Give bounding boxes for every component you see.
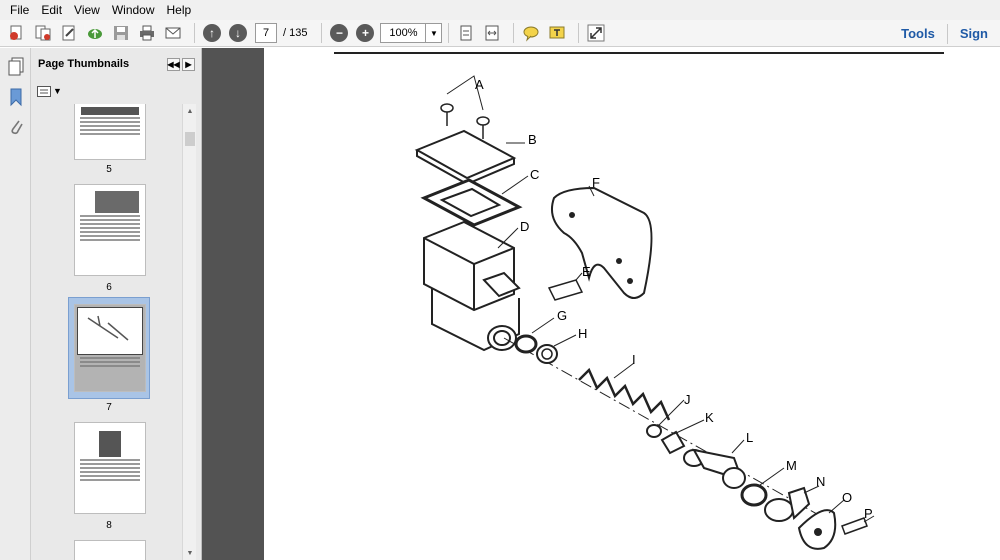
thumbnail-page-9[interactable]	[74, 540, 146, 560]
cloud-upload-icon[interactable]	[84, 22, 106, 44]
toolbar-right: Tools Sign	[889, 20, 1000, 47]
print-icon[interactable]	[136, 22, 158, 44]
label-p: P	[864, 506, 873, 521]
label-k: K	[705, 410, 714, 425]
zoom-input[interactable]: 100%	[380, 23, 427, 43]
thumbnail-label: 6	[106, 282, 112, 293]
thumbnail-viewport	[77, 307, 143, 355]
comment-icon[interactable]	[520, 22, 542, 44]
toolbar: ↑ ↓ 7 / 135 − + 100% ▼ Tools Sign	[0, 20, 1000, 47]
toolbar-separator	[448, 23, 450, 43]
thumbnail-page-6[interactable]	[74, 184, 146, 276]
label-m: M	[786, 458, 797, 473]
collapse-panel-icon[interactable]: ◀◀	[167, 57, 180, 71]
toolbar-separator	[578, 23, 580, 43]
thumbnail-image	[81, 107, 139, 115]
menu-bar: File Edit View Window Help	[0, 0, 1000, 20]
thumbnails-scrollbar[interactable]: ▲ ▼	[182, 104, 196, 560]
label-e: E	[582, 264, 591, 279]
label-g: G	[557, 308, 567, 323]
thumbnail-label: 5	[106, 164, 112, 175]
thumbnail-image	[99, 431, 121, 457]
menu-edit[interactable]: Edit	[35, 0, 68, 20]
tools-link[interactable]: Tools	[889, 26, 947, 41]
bookmarks-icon[interactable]	[0, 82, 31, 112]
next-page-icon[interactable]: ↓	[227, 22, 249, 44]
fit-page-icon[interactable]	[455, 22, 477, 44]
email-icon[interactable]	[162, 22, 184, 44]
thumbnail-page-5[interactable]	[74, 104, 146, 160]
expand-icon[interactable]	[585, 22, 607, 44]
zoom-out-icon[interactable]: −	[328, 22, 350, 44]
expand-panel-icon[interactable]: ▶	[182, 57, 195, 71]
exploded-parts-diagram: A B C D E F G H I J K L M N O P	[334, 52, 944, 550]
label-o: O	[842, 490, 852, 505]
save-icon[interactable]	[110, 22, 132, 44]
label-a: A	[475, 77, 484, 92]
thumbnail-page-8[interactable]	[74, 422, 146, 514]
document-background	[202, 48, 264, 560]
label-h: H	[578, 326, 587, 341]
document-page: A B C D E F G H I J K L M N O P	[264, 48, 1000, 560]
scroll-down-icon[interactable]: ▼	[183, 546, 197, 560]
edit-pdf-icon[interactable]	[58, 22, 80, 44]
thumbnails-panel: Page Thumbnails ◀◀ ▶ ▼ 5 6 7 8 ▲ ▼	[31, 48, 202, 560]
toolbar-separator	[194, 23, 195, 43]
label-c: C	[530, 167, 539, 182]
thumbnails-header: Page Thumbnails ◀◀ ▶	[31, 48, 201, 80]
menu-help[interactable]: Help	[161, 0, 198, 20]
create-pdf-icon[interactable]	[6, 22, 28, 44]
page-total: / 135	[283, 27, 308, 39]
zoom-dropdown-icon[interactable]: ▼	[426, 23, 443, 43]
thumbnail-label: 7	[106, 402, 112, 413]
menu-view[interactable]: View	[68, 0, 106, 20]
chevron-down-icon: ▼	[53, 86, 62, 96]
label-n: N	[816, 474, 825, 489]
thumbnail-list: 5 6 7 8	[37, 104, 181, 560]
menu-file[interactable]: File	[4, 0, 35, 20]
scrollbar-thumb[interactable]	[185, 132, 195, 146]
page-number-input[interactable]: 7	[255, 23, 277, 43]
thumbnail-label: 8	[106, 520, 112, 531]
thumbnail-image	[95, 191, 139, 213]
label-b: B	[528, 132, 537, 147]
label-j: J	[684, 392, 691, 407]
toolbar-separator	[321, 23, 323, 43]
label-d: D	[520, 219, 529, 234]
label-f: F	[592, 175, 600, 190]
thumbnail-page-7[interactable]	[74, 304, 146, 392]
toolbar-separator	[513, 23, 515, 43]
options-icon	[37, 85, 51, 97]
fit-width-icon[interactable]	[481, 22, 503, 44]
thumbnails-title: Page Thumbnails	[38, 58, 130, 70]
thumbnail-options-menu[interactable]: ▼	[31, 80, 201, 102]
previous-page-icon[interactable]: ↑	[201, 22, 223, 44]
navigation-strip	[0, 48, 31, 560]
scroll-up-icon[interactable]: ▲	[183, 104, 197, 118]
page-thumbnails-icon[interactable]	[0, 52, 31, 82]
zoom-in-icon[interactable]: +	[354, 22, 376, 44]
highlight-icon[interactable]	[546, 22, 568, 44]
menu-window[interactable]: Window	[106, 0, 161, 20]
attachments-icon[interactable]	[0, 112, 31, 142]
sign-link[interactable]: Sign	[948, 26, 1000, 41]
combine-files-icon[interactable]	[32, 22, 54, 44]
label-l: L	[746, 430, 753, 445]
label-i: I	[632, 352, 636, 367]
